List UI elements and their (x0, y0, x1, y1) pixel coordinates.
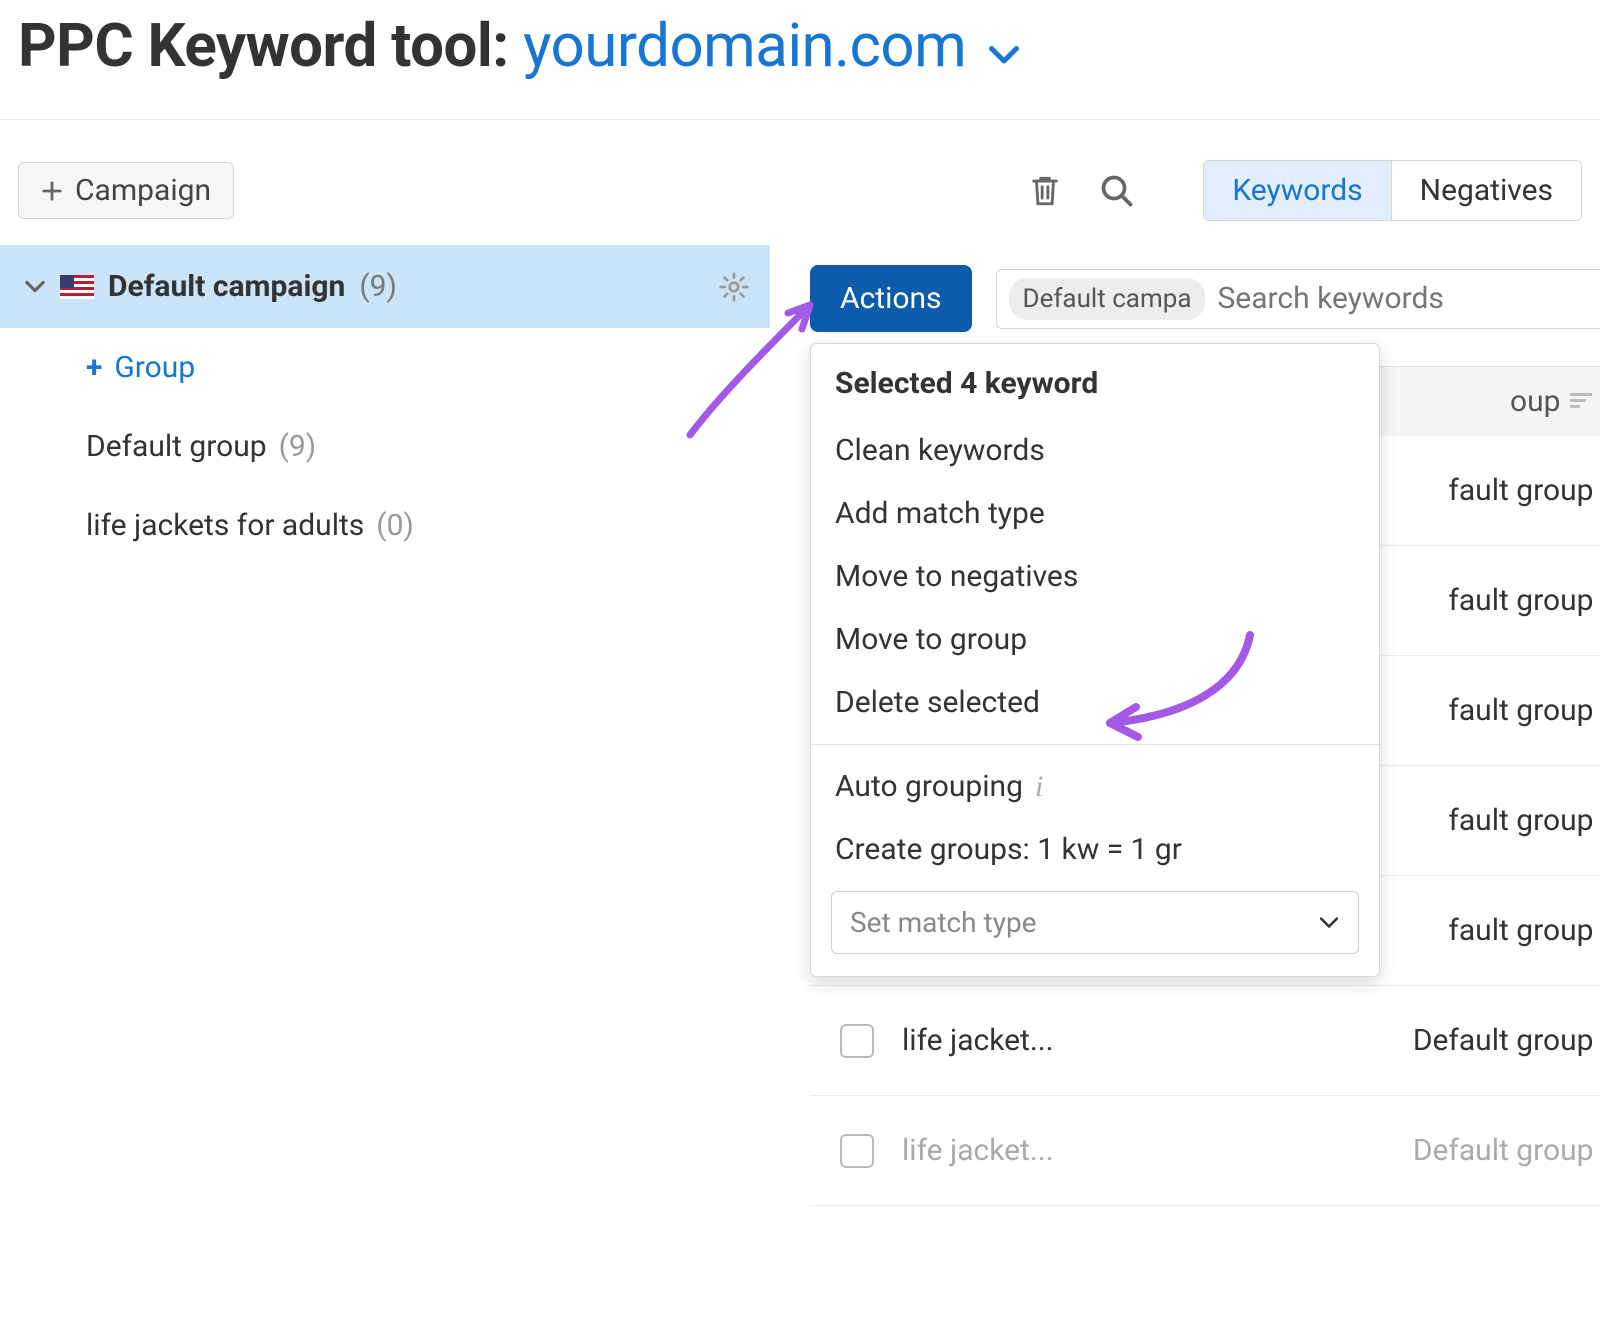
search-icon[interactable] (1095, 169, 1139, 213)
page-title-text: PPC Keyword tool: (18, 10, 523, 81)
domain-link[interactable]: yourdomain.com (523, 10, 966, 81)
add-campaign-button[interactable]: Campaign (18, 162, 234, 219)
cell-group: fault group (1448, 583, 1593, 618)
match-type-label: Set match type (850, 906, 1037, 939)
chevron-down-icon (1318, 916, 1340, 930)
actions-button[interactable]: Actions (810, 265, 972, 332)
tab-negatives[interactable]: Negatives (1392, 161, 1581, 220)
campaign-name: Default campaign (108, 269, 345, 304)
auto-grouping-label: Auto grouping (835, 769, 1023, 804)
tabs: Keywords Negatives (1203, 160, 1582, 221)
match-type-select[interactable]: Set match type (831, 891, 1359, 954)
filter-chip[interactable]: Default campa (1009, 278, 1206, 320)
group-label: Default group (86, 429, 267, 464)
tab-keywords[interactable]: Keywords (1204, 161, 1391, 220)
campaign-row[interactable]: Default campaign (9) (0, 245, 770, 328)
group-count: (0) (376, 508, 414, 543)
add-group-label: Group (114, 350, 195, 385)
main: Default campaign (9) + Group Default gro… (0, 245, 1600, 1206)
group-count: (9) (279, 429, 317, 464)
cell-group: fault group (1448, 803, 1593, 838)
actions-bar: Actions Default campa (810, 245, 1600, 332)
cell-group: fault group (1448, 473, 1593, 508)
gear-icon[interactable] (718, 271, 750, 303)
search-keywords-input[interactable] (1217, 281, 1598, 316)
sidebar-group-item[interactable]: life jackets for adults (0) (0, 486, 770, 565)
cell-group: Default group (1413, 1133, 1594, 1168)
plus-icon (41, 180, 63, 202)
actions-dropdown: Selected 4 keyword Clean keywords Add ma… (810, 343, 1380, 977)
search-keywords-wrap[interactable]: Default campa (996, 269, 1600, 329)
col-group-partial: oup (1510, 384, 1561, 419)
divider (811, 744, 1379, 745)
keywords-panel: Actions Default campa oup fault group fa… (770, 245, 1600, 1206)
cell-group: fault group (1448, 693, 1593, 728)
campaign-count: (9) (359, 269, 397, 304)
table-row[interactable]: life jacket... Default group (810, 1096, 1600, 1206)
chevron-down-icon[interactable] (989, 46, 1019, 66)
row-checkbox[interactable] (840, 1134, 874, 1168)
action-create-groups[interactable]: Create groups: 1 kw = 1 gr (811, 818, 1379, 881)
table-row[interactable]: life jacket... Default group (810, 986, 1600, 1096)
sidebar-group-item[interactable]: Default group (9) (0, 407, 770, 486)
action-move-to-negatives[interactable]: Move to negatives (811, 545, 1379, 608)
cell-group: fault group (1448, 913, 1593, 948)
action-auto-grouping[interactable]: Auto grouping i (811, 755, 1379, 818)
trash-icon[interactable] (1023, 169, 1067, 213)
action-clean-keywords[interactable]: Clean keywords (811, 419, 1379, 482)
add-campaign-label: Campaign (75, 173, 211, 208)
add-group-button[interactable]: + Group (0, 328, 770, 407)
cell-keyword: life jacket... (902, 1133, 1385, 1168)
sort-icon[interactable] (1570, 393, 1592, 411)
toolbar: Campaign Keywords Negatives (0, 120, 1600, 245)
cell-group: Default group (1413, 1023, 1594, 1058)
row-checkbox[interactable] (840, 1024, 874, 1058)
group-label: life jackets for adults (86, 508, 364, 543)
chevron-down-icon[interactable] (24, 279, 46, 295)
info-icon: i (1035, 770, 1043, 804)
dropdown-header: Selected 4 keyword (811, 344, 1379, 419)
plus-icon: + (86, 350, 102, 385)
sidebar: Default campaign (9) + Group Default gro… (0, 245, 770, 1206)
action-move-to-group[interactable]: Move to group (811, 608, 1379, 671)
cell-keyword: life jacket... (902, 1023, 1385, 1058)
flag-icon (60, 275, 94, 299)
action-delete-selected[interactable]: Delete selected (811, 671, 1379, 734)
page-title: PPC Keyword tool: yourdomain.com (0, 0, 1600, 111)
action-add-match-type[interactable]: Add match type (811, 482, 1379, 545)
